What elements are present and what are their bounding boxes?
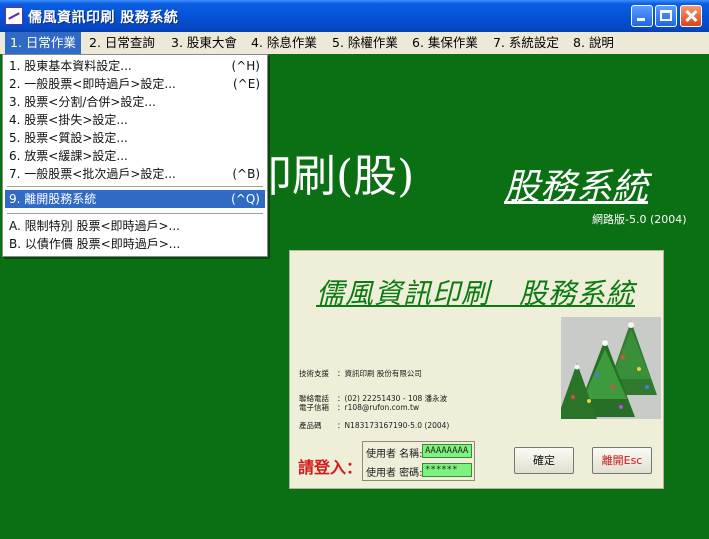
menu-item-shortcut: (^Q): [231, 192, 260, 206]
menu-item-shareholder-basic[interactable]: 1. 股東基本資料設定... (^H): [5, 57, 265, 75]
menu-item-shortcut: (^B): [232, 167, 260, 181]
menu-item-label: 5. 股票<質設>設定...: [9, 131, 128, 145]
ok-button[interactable]: 確定: [514, 447, 574, 474]
username-input[interactable]: AAAAAAAA: [422, 444, 472, 458]
phone-value: ：(02) 22251430 - 108 潘永波: [337, 394, 448, 403]
minimize-button[interactable]: [631, 5, 653, 27]
menu-ex-rights[interactable]: 5. 除權作業: [327, 32, 403, 54]
menu-separator: [7, 213, 263, 214]
menu-item-label: 4. 股票<掛失>設定...: [9, 113, 128, 127]
menu-item-label: 3. 股票<分割/合併>設定...: [9, 95, 156, 109]
menu-item-shortcut: (^E): [233, 77, 260, 91]
maximize-button[interactable]: [655, 5, 677, 27]
login-dialog: 儒風資訊印刷 股務系統 技術支援 ：資訊印刷 股份有限公司 聯絡電話 ：(02)…: [289, 250, 664, 489]
menu-item-pledge[interactable]: 5. 股票<質設>設定...: [5, 129, 265, 147]
window-title: 儒風資訊印刷 股務系統: [28, 10, 179, 26]
menu-item-batch-transfer[interactable]: 7. 一般股票<批次過戶>設定... (^B): [5, 165, 265, 183]
phone-label: 聯絡電話: [299, 394, 329, 403]
menu-item-label: 2. 一般股票<即時過戶>設定...: [9, 77, 176, 91]
menu-item-label: 7. 一般股票<批次過戶>設定...: [9, 167, 176, 181]
menu-bar: 1. 日常作業 2. 日常查詢 3. 股東大會 4. 除息作業 5. 除權作業 …: [0, 32, 709, 54]
menu-item-deferred-tax[interactable]: 6. 放票<緩課>設定...: [5, 147, 265, 165]
title-bar[interactable]: 儒風資訊印刷 股務系統: [0, 0, 709, 32]
christmas-tree-illustration: [561, 317, 661, 419]
password-label: 使用者 密碼:: [366, 468, 423, 479]
exit-button[interactable]: 離開Esc: [592, 447, 652, 474]
email-label: 電子信箱: [299, 403, 329, 412]
daily-operations-dropdown: 1. 股東基本資料設定... (^H) 2. 一般股票<即時過戶>設定... (…: [2, 54, 268, 257]
email-value: ：r108@rufon.com.tw: [337, 403, 420, 412]
menu-shareholder-meeting[interactable]: 3. 股東大會: [166, 32, 242, 54]
menu-item-restricted-transfer[interactable]: A. 限制特別 股票<即時過戶>...: [5, 217, 265, 235]
menu-daily-query[interactable]: 2. 日常查詢: [84, 32, 160, 54]
menu-item-exit-system[interactable]: 9. 離開股務系統 (^Q): [5, 190, 265, 208]
username-label: 使用者 名稱:: [366, 449, 423, 460]
menu-item-label: B. 以債作價 股票<即時過戶>...: [9, 237, 181, 251]
login-prompt: 請登入：: [298, 458, 363, 477]
background-title: 印刷(股): [248, 151, 415, 202]
menu-system-settings[interactable]: 7. 系統設定: [488, 32, 564, 54]
version-label: 網路版-5.0 (2004): [592, 213, 687, 226]
password-input[interactable]: ******: [422, 463, 472, 477]
christmas-tree-picture: [561, 317, 661, 419]
menu-help[interactable]: 8. 說明: [568, 32, 619, 54]
app-window: 儒風資訊印刷 股務系統 1. 日常作業 2. 日常查詢 3. 股東大會 4. 除…: [0, 0, 709, 539]
login-fields: 使用者 名稱: AAAAAAAA 使用者 密碼: ******: [362, 441, 475, 481]
close-button[interactable]: [680, 5, 702, 27]
menu-ex-dividend[interactable]: 4. 除息作業: [246, 32, 322, 54]
menu-item-label: 6. 放票<緩課>設定...: [9, 149, 128, 163]
menu-separator: [7, 186, 263, 187]
menu-depository[interactable]: 6. 集保作業: [407, 32, 483, 54]
menu-item-label: A. 限制特別 股票<即時過戶>...: [9, 219, 180, 233]
background-subtitle: 股務系統: [504, 167, 649, 208]
menu-item-label: 1. 股東基本資料設定...: [9, 59, 132, 73]
menu-daily-operations[interactable]: 1. 日常作業: [5, 32, 81, 54]
menu-item-split-merge[interactable]: 3. 股票<分割/合併>設定...: [5, 93, 265, 111]
menu-item-label: 9. 離開股務系統: [9, 192, 97, 206]
menu-item-shortcut: (^H): [231, 59, 260, 73]
login-title: 儒風資訊印刷 股務系統: [316, 277, 636, 310]
support-value: ：資訊印刷 股份有限公司: [337, 369, 422, 378]
app-icon[interactable]: [5, 7, 23, 25]
product-value: ：N183173167190-5.0 (2004): [337, 421, 450, 430]
menu-item-loss-report[interactable]: 4. 股票<掛失>設定...: [5, 111, 265, 129]
menu-item-instant-transfer[interactable]: 2. 一般股票<即時過戶>設定... (^E): [5, 75, 265, 93]
menu-item-debt-transfer[interactable]: B. 以債作價 股票<即時過戶>...: [5, 235, 265, 253]
support-label: 技術支援: [299, 369, 329, 378]
product-label: 產品碼: [299, 421, 322, 430]
